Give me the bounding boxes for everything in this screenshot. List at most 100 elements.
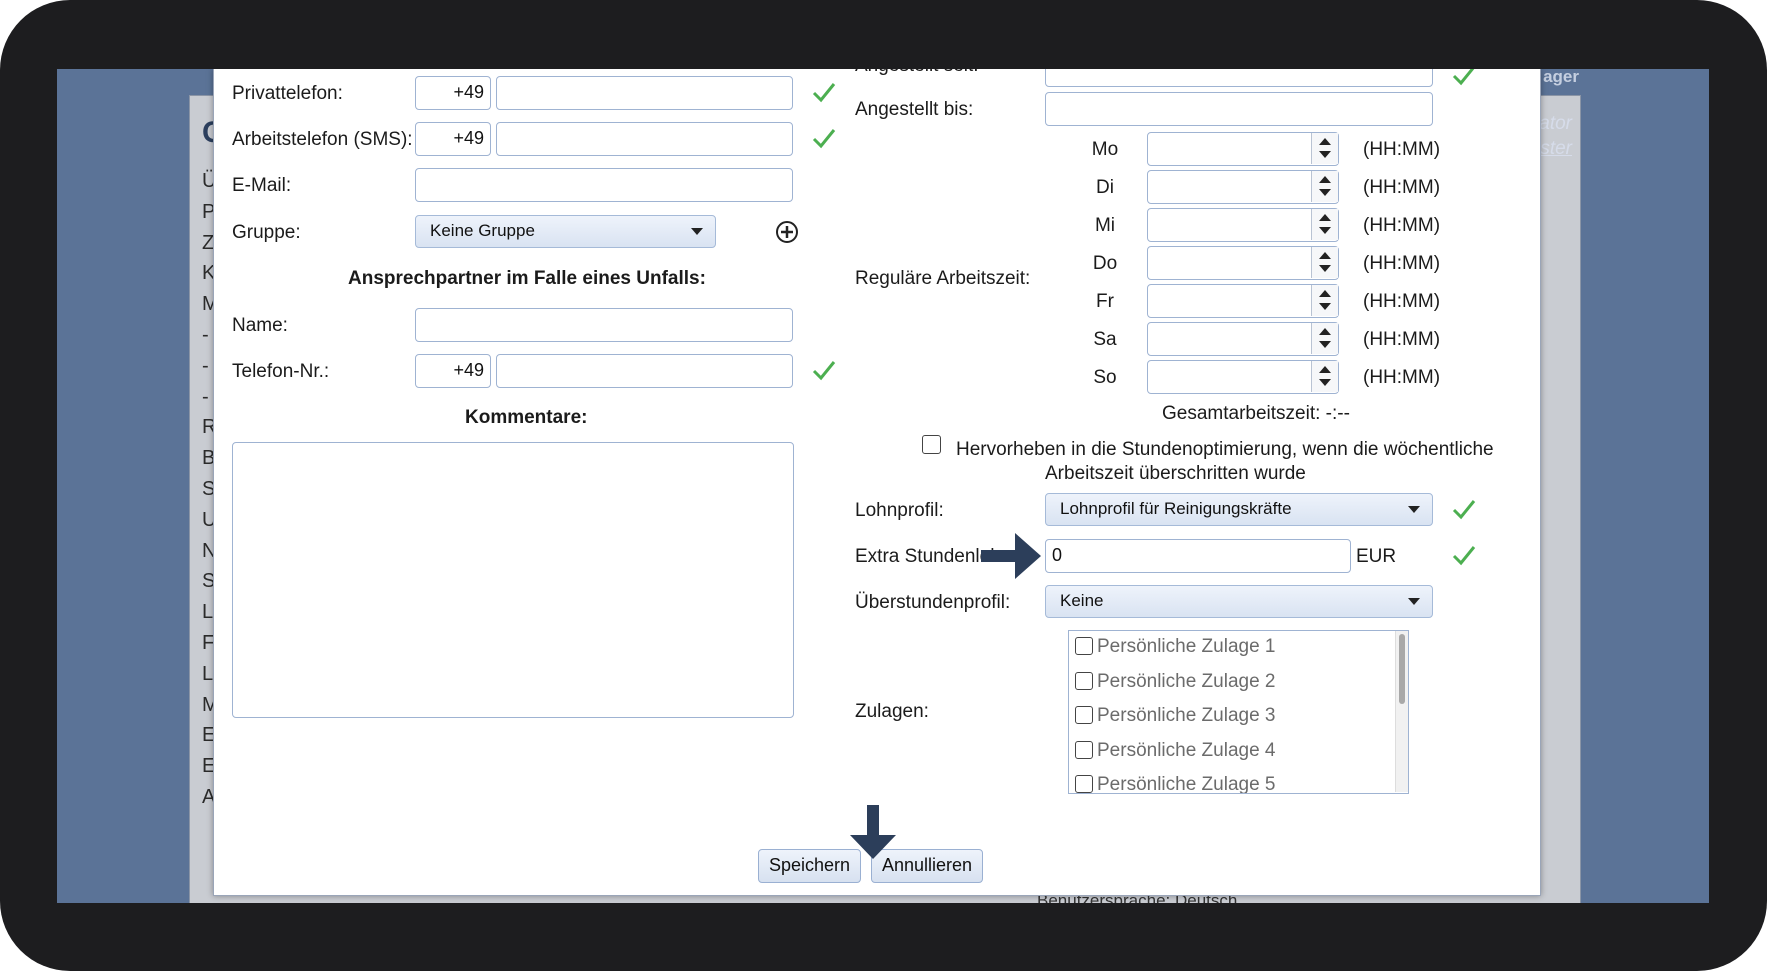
hours-unit-label: (HH:MM) xyxy=(1363,215,1441,236)
group-select-value: Keine Gruppe xyxy=(430,221,535,240)
chevron-up-icon[interactable] xyxy=(1319,252,1331,259)
hours-unit-label: (HH:MM) xyxy=(1363,253,1441,274)
day-label-mi: Mi xyxy=(1094,215,1116,236)
employed-since-input[interactable] xyxy=(1045,69,1433,87)
hours-input-so[interactable] xyxy=(1147,360,1339,394)
employed-until-label: Angestellt bis: xyxy=(855,99,974,120)
chevron-up-icon[interactable] xyxy=(1319,176,1331,183)
background-link[interactable]: ster xyxy=(1539,136,1572,161)
allowances-label: Zulagen: xyxy=(855,701,929,722)
allowance-checkbox[interactable] xyxy=(1075,775,1093,793)
chevron-down-icon[interactable] xyxy=(1319,227,1331,234)
emergency-name-input[interactable] xyxy=(415,308,793,342)
add-group-icon[interactable] xyxy=(775,220,799,244)
employee-dialog: Privattelefon: +49 Arbeitstelefon (SMS):… xyxy=(213,69,1541,896)
allowance-label: Persönliche Zulage 5 xyxy=(1097,774,1276,794)
hours-input-sa[interactable] xyxy=(1147,322,1339,356)
allowance-checkbox[interactable] xyxy=(1075,706,1093,724)
spinner-buttons[interactable] xyxy=(1311,171,1338,202)
spinner-buttons[interactable] xyxy=(1311,361,1338,392)
group-label: Gruppe: xyxy=(232,222,301,243)
chevron-down-icon xyxy=(1408,598,1420,605)
hours-unit-label: (HH:MM) xyxy=(1363,291,1441,312)
allowance-item[interactable]: Persönliche Zulage 4 xyxy=(1075,740,1276,762)
chevron-down-icon xyxy=(1408,506,1420,513)
chevron-down-icon[interactable] xyxy=(1319,265,1331,272)
allowances-list[interactable]: Persönliche Zulage 1 Persönliche Zulage 2… xyxy=(1068,630,1409,794)
allowance-label: Persönliche Zulage 4 xyxy=(1097,739,1276,761)
chevron-down-icon[interactable] xyxy=(1319,303,1331,310)
chevron-up-icon[interactable] xyxy=(1319,214,1331,221)
allowance-item[interactable]: Persönliche Zulage 2 xyxy=(1075,671,1276,693)
extra-wage-unit: EUR xyxy=(1356,546,1397,567)
regular-hours-label: Reguläre Arbeitszeit: xyxy=(855,268,1031,289)
save-button[interactable]: Speichern xyxy=(758,849,861,883)
hours-unit-label: (HH:MM) xyxy=(1363,367,1441,388)
check-icon xyxy=(1452,69,1475,86)
day-label-so: So xyxy=(1093,367,1117,388)
chevron-up-icon[interactable] xyxy=(1319,328,1331,335)
hours-input-mo[interactable] xyxy=(1147,132,1339,166)
hours-input-do[interactable] xyxy=(1147,246,1339,280)
chevron-up-icon[interactable] xyxy=(1319,138,1331,145)
highlight-checkbox[interactable] xyxy=(922,435,941,454)
chevron-up-icon[interactable] xyxy=(1319,290,1331,297)
scrollbar-thumb[interactable] xyxy=(1399,634,1405,704)
comments-textarea[interactable] xyxy=(232,442,794,718)
hours-input-di[interactable] xyxy=(1147,170,1339,204)
spinner-buttons[interactable] xyxy=(1311,133,1338,164)
allowance-label: Persönliche Zulage 1 xyxy=(1097,636,1276,657)
spinner-buttons[interactable] xyxy=(1311,247,1338,278)
hours-unit-label: (HH:MM) xyxy=(1363,177,1441,198)
wage-profile-value: Lohnprofil für Reinigungskräfte xyxy=(1060,499,1292,518)
extra-wage-input[interactable]: 0 xyxy=(1045,539,1351,573)
chevron-down-icon[interactable] xyxy=(1319,189,1331,196)
wage-profile-label: Lohnprofil: xyxy=(855,500,944,521)
arrow-down-icon xyxy=(850,805,896,859)
allowance-label: Persönliche Zulage 2 xyxy=(1097,670,1276,692)
group-select[interactable]: Keine Gruppe xyxy=(415,215,716,248)
private-phone-input[interactable] xyxy=(496,76,793,110)
chevron-down-icon xyxy=(691,228,703,235)
spinner-buttons[interactable] xyxy=(1311,285,1338,316)
email-input[interactable] xyxy=(415,168,793,202)
highlight-text-line1: Hervorheben in die Stundenoptimierung, w… xyxy=(956,439,1494,460)
allowance-item[interactable]: Persönliche Zulage 5 xyxy=(1075,774,1276,794)
emergency-phone-label: Telefon-Nr.: xyxy=(232,361,330,382)
background-link[interactable]: ator xyxy=(1539,111,1572,136)
chevron-up-icon[interactable] xyxy=(1319,366,1331,373)
emergency-name-label: Name: xyxy=(232,315,288,336)
allowance-item[interactable]: Persönliche Zulage 1 xyxy=(1075,636,1276,658)
hours-input-mi[interactable] xyxy=(1147,208,1339,242)
work-phone-input[interactable] xyxy=(496,122,793,156)
private-phone-prefix[interactable]: +49 xyxy=(415,76,491,110)
spinner-buttons[interactable] xyxy=(1311,209,1338,240)
day-label-di: Di xyxy=(1096,177,1114,198)
hours-unit-label: (HH:MM) xyxy=(1363,329,1441,350)
allowance-checkbox[interactable] xyxy=(1075,637,1093,655)
overtime-profile-label: Überstundenprofil: xyxy=(855,592,1011,613)
background-title: ager xyxy=(1543,69,1579,86)
work-phone-label: Arbeitstelefon (SMS): xyxy=(232,129,413,150)
emergency-phone-input[interactable] xyxy=(496,354,793,388)
work-phone-prefix[interactable]: +49 xyxy=(415,122,491,156)
allowance-item[interactable]: Persönliche Zulage 3 xyxy=(1075,705,1276,727)
chevron-down-icon[interactable] xyxy=(1319,341,1331,348)
allowance-checkbox[interactable] xyxy=(1075,740,1093,759)
emergency-phone-prefix[interactable]: +49 xyxy=(415,354,491,388)
allowance-checkbox[interactable] xyxy=(1075,671,1093,690)
employed-until-input[interactable] xyxy=(1045,92,1433,126)
day-label-mo: Mo xyxy=(1091,139,1119,160)
spinner-buttons[interactable] xyxy=(1311,323,1338,354)
overtime-profile-select[interactable]: Keine xyxy=(1045,585,1433,618)
allowances-scrollbar[interactable] xyxy=(1395,631,1408,792)
emergency-heading: Ansprechpartner im Falle eines Unfalls: xyxy=(348,268,706,289)
device-frame: C ÜPZKM---RBSUNSLFLMEEA ager ator ster B… xyxy=(0,0,1767,971)
check-icon xyxy=(812,129,836,149)
chevron-down-icon[interactable] xyxy=(1319,379,1331,386)
chevron-down-icon[interactable] xyxy=(1319,151,1331,158)
hours-input-fr[interactable] xyxy=(1147,284,1339,318)
arrow-right-icon xyxy=(981,533,1041,579)
hours-unit-label: (HH:MM) xyxy=(1363,139,1441,160)
wage-profile-select[interactable]: Lohnprofil für Reinigungskräfte xyxy=(1045,493,1433,526)
